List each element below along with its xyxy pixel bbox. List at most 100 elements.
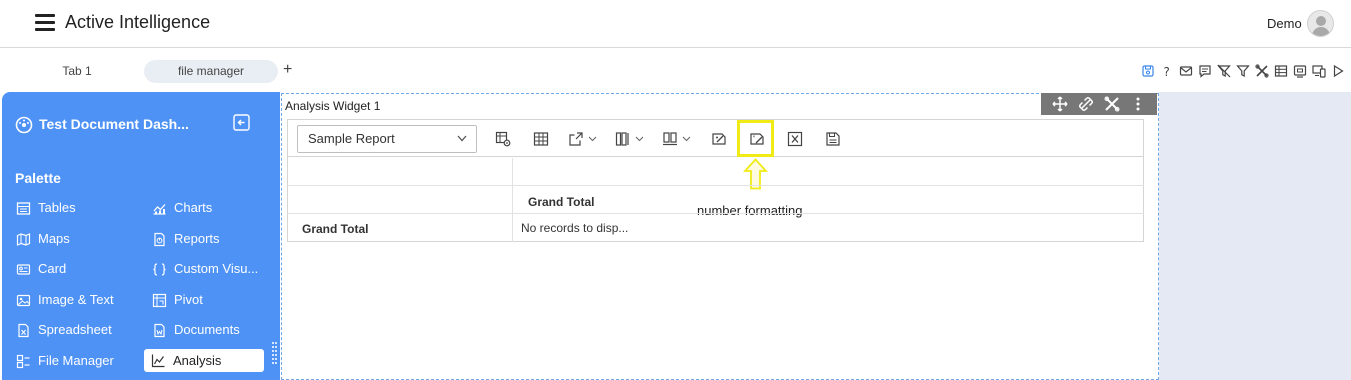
save-icon[interactable] bbox=[1141, 64, 1155, 78]
dashboard-title: Test Document Dash... bbox=[39, 116, 189, 132]
table-icon[interactable] bbox=[1274, 64, 1288, 78]
palette-item-label: File Manager bbox=[38, 353, 114, 368]
pivot-icon bbox=[152, 293, 167, 307]
layout-icon bbox=[663, 132, 677, 146]
conditional-formatting-button[interactable] bbox=[711, 131, 727, 147]
palette-item-pivot[interactable]: Pivot bbox=[152, 289, 203, 311]
palette-item-label: Maps bbox=[38, 231, 70, 246]
document-icon bbox=[154, 323, 165, 337]
palette-item-tables[interactable]: Tables bbox=[16, 197, 76, 219]
grid-icon bbox=[533, 132, 549, 146]
palette-item-label: Charts bbox=[174, 200, 213, 215]
avatar[interactable] bbox=[1307, 10, 1334, 37]
grid-view-button[interactable] bbox=[533, 131, 549, 147]
hamburger-menu-icon[interactable] bbox=[35, 14, 55, 32]
more-icon[interactable] bbox=[1130, 96, 1146, 112]
pivot-grid bbox=[287, 157, 1144, 242]
layout-dropdown[interactable] bbox=[662, 131, 691, 147]
palette-item-label: Card bbox=[38, 261, 67, 276]
tab-file-manager[interactable]: file manager bbox=[144, 60, 278, 83]
grid-line bbox=[288, 213, 1144, 214]
dashboard-toolbar: ? bbox=[1141, 62, 1345, 80]
palette-item-file-manager[interactable]: File Manager bbox=[16, 350, 114, 372]
row-header: Grand Total bbox=[302, 222, 369, 236]
file-manager-icon bbox=[16, 354, 30, 368]
widget-tools-icon[interactable] bbox=[1104, 96, 1120, 112]
palette-item-analysis[interactable]: Analysis bbox=[144, 349, 264, 372]
table-settings-button[interactable] bbox=[495, 131, 511, 147]
table-icon bbox=[16, 201, 31, 215]
map-icon bbox=[16, 232, 31, 246]
braces-icon bbox=[153, 262, 166, 276]
palette-item-label: Documents bbox=[174, 322, 240, 337]
mail-icon[interactable] bbox=[1179, 64, 1193, 78]
sidebar: Test Document Dash... Palette Tables Map… bbox=[2, 92, 280, 380]
widget-title: Analysis Widget 1 bbox=[285, 99, 381, 113]
user-name[interactable]: Demo bbox=[1267, 16, 1302, 31]
palette-item-charts[interactable]: Charts bbox=[152, 197, 212, 219]
analysis-icon bbox=[151, 354, 165, 368]
add-tab-button[interactable]: + bbox=[283, 61, 292, 79]
help-icon[interactable]: ? bbox=[1160, 64, 1174, 78]
palette-item-image-text[interactable]: Image & Text bbox=[16, 289, 114, 311]
save-report-button[interactable] bbox=[825, 131, 841, 147]
tab-1[interactable]: Tab 1 bbox=[46, 60, 108, 83]
chart-icon bbox=[153, 203, 166, 215]
chevron-down-icon bbox=[682, 136, 691, 142]
columns-dropdown[interactable] bbox=[615, 131, 644, 147]
palette-item-spreadsheet[interactable]: Spreadsheet bbox=[16, 319, 112, 341]
export-excel-button[interactable] bbox=[787, 131, 803, 147]
columns-icon bbox=[615, 132, 629, 146]
column-header: Grand Total bbox=[528, 195, 595, 209]
chevron-down-icon bbox=[635, 136, 644, 142]
comment-icon[interactable] bbox=[1198, 64, 1212, 78]
palette-item-label: Custom Visu... bbox=[174, 261, 259, 276]
tab-row: Tab 1 file manager + ? bbox=[0, 49, 1351, 91]
export-icon bbox=[569, 132, 583, 146]
palette-item-label: Image & Text bbox=[38, 292, 114, 307]
move-icon[interactable] bbox=[1052, 96, 1068, 112]
chevron-down-icon bbox=[588, 136, 597, 142]
link-icon[interactable] bbox=[1078, 96, 1094, 112]
table-cell: No records to disp... bbox=[514, 215, 639, 241]
palette-item-label: Spreadsheet bbox=[38, 322, 112, 337]
filter-icon[interactable] bbox=[1236, 64, 1250, 78]
palette-item-label: Pivot bbox=[174, 292, 203, 307]
side-panel bbox=[1159, 92, 1351, 380]
dashboard-icon bbox=[15, 116, 33, 134]
app-title: Active Intelligence bbox=[65, 12, 211, 32]
grid-line bbox=[512, 158, 513, 242]
palette-item-maps[interactable]: Maps bbox=[16, 228, 70, 250]
palette-item-reports[interactable]: Reports bbox=[152, 228, 220, 250]
highlight-box bbox=[737, 120, 774, 157]
card-icon bbox=[16, 263, 31, 275]
export-dropdown[interactable] bbox=[568, 131, 597, 147]
image-icon bbox=[16, 294, 31, 306]
palette-item-label: Tables bbox=[38, 200, 76, 215]
palette-item-label: Analysis bbox=[173, 352, 222, 368]
palette-item-documents[interactable]: Documents bbox=[152, 319, 240, 341]
palette-item-custom-visual[interactable]: Custom Visu... bbox=[152, 258, 258, 280]
clear-filter-icon[interactable] bbox=[1217, 64, 1231, 78]
spreadsheet-icon bbox=[18, 323, 29, 337]
report-icon bbox=[154, 232, 165, 246]
palette-item-card[interactable]: Card bbox=[16, 258, 66, 280]
report-select-value: Sample Report bbox=[308, 131, 395, 146]
grid-line bbox=[288, 185, 1144, 186]
top-header: Active Intelligence Demo bbox=[0, 0, 1351, 48]
table-settings-icon bbox=[495, 131, 511, 147]
conditional-format-icon bbox=[712, 133, 726, 145]
palette-label: Palette bbox=[15, 170, 61, 186]
widget-toolbar bbox=[1041, 93, 1157, 115]
collapse-sidebar-icon[interactable] bbox=[233, 114, 250, 131]
play-icon[interactable] bbox=[1331, 64, 1345, 78]
tools-icon[interactable] bbox=[1255, 64, 1269, 78]
device-icon[interactable] bbox=[1312, 64, 1326, 78]
report-select[interactable]: Sample Report bbox=[297, 125, 477, 153]
palette-item-label: Reports bbox=[174, 231, 220, 246]
chevron-down-icon bbox=[457, 135, 467, 142]
resize-handle[interactable] bbox=[272, 342, 278, 372]
svg-text:?: ? bbox=[1164, 65, 1170, 78]
excel-icon bbox=[787, 131, 803, 147]
preview-icon[interactable] bbox=[1293, 64, 1307, 78]
